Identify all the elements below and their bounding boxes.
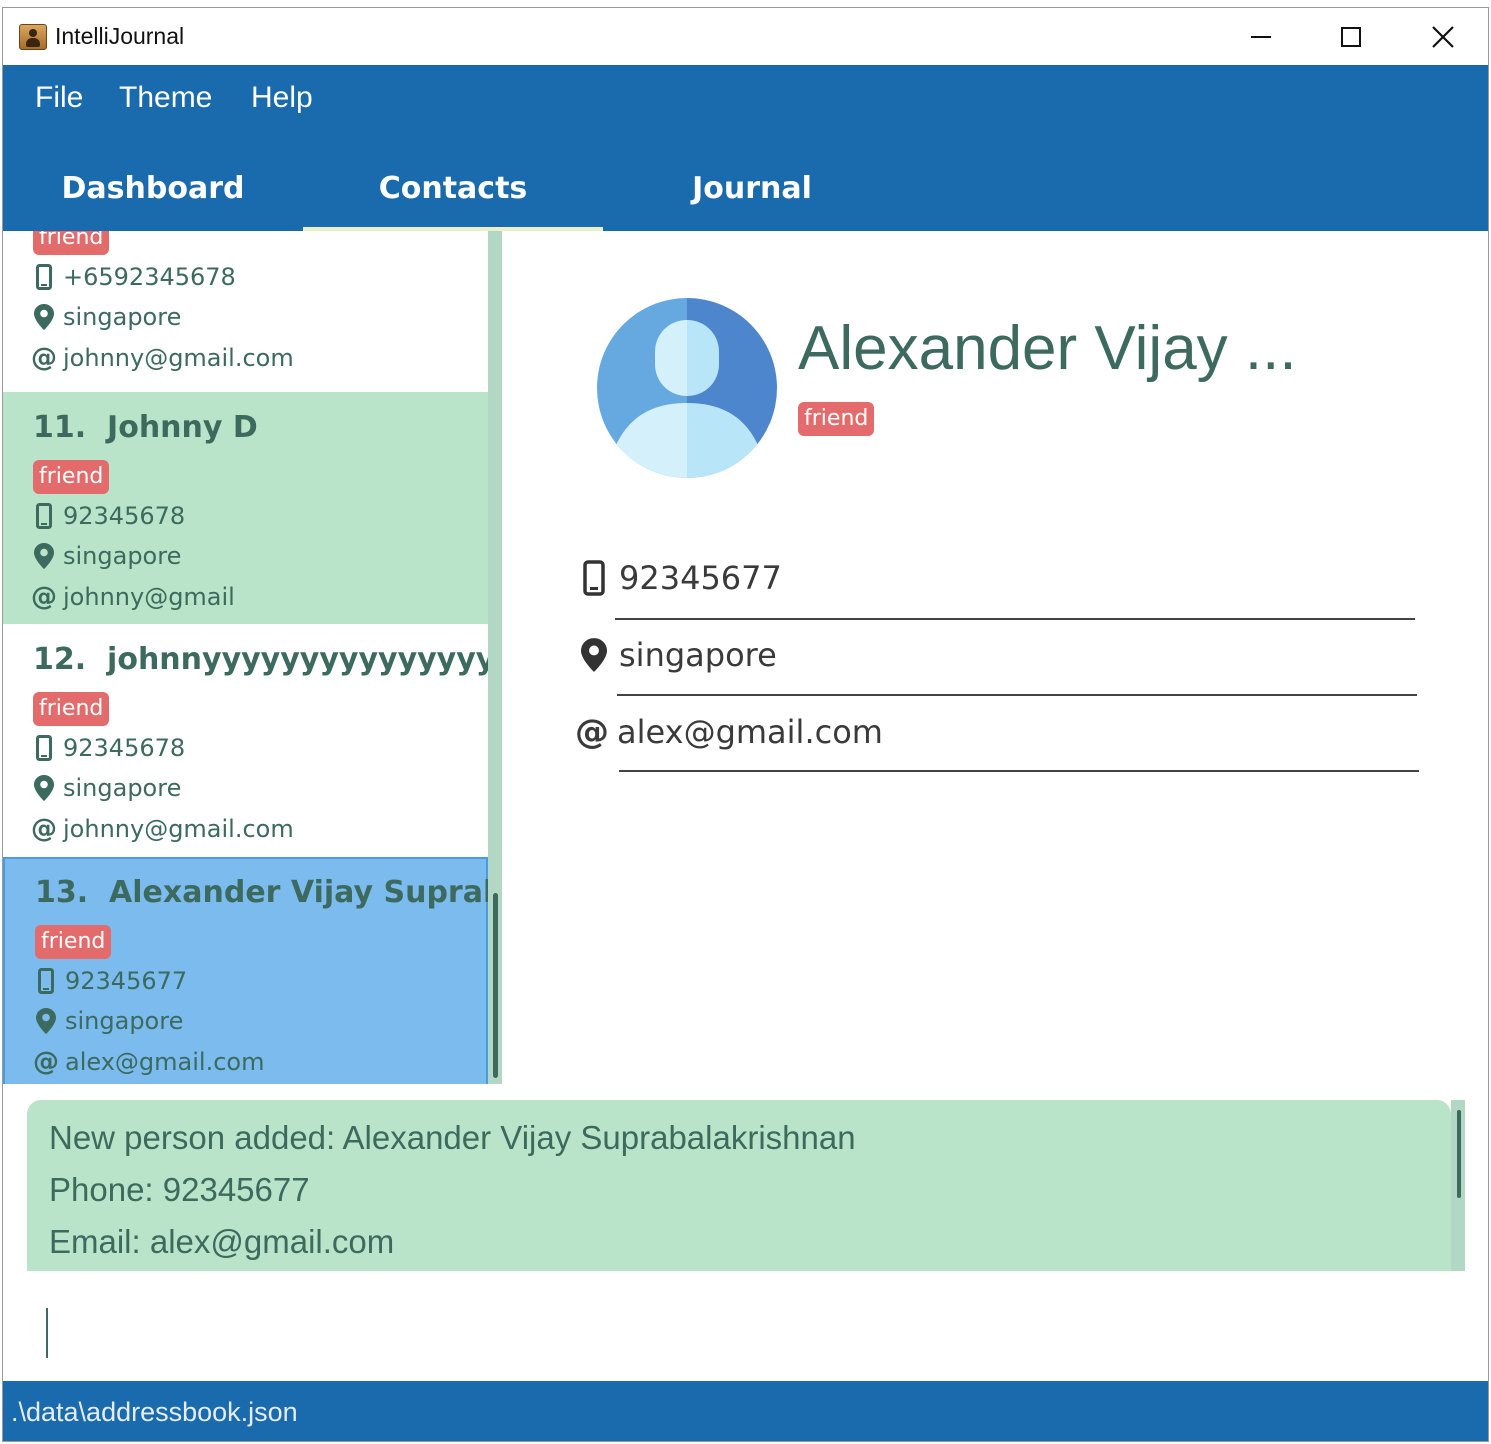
phone-icon: [33, 264, 55, 290]
contact-tag: friend: [33, 460, 110, 494]
menu-bar: File Theme Help Dashboard Contacts Journ…: [3, 65, 1488, 231]
contact-address: singapore: [33, 542, 181, 570]
contact-card-selected[interactable]: 13. Alexander Vijay Supraba... friend 92…: [3, 857, 488, 1084]
address-divider: [617, 694, 1417, 696]
contact-card[interactable]: 11. Johnny D friend 92345678 singapore @…: [3, 392, 488, 624]
location-pin-icon: [579, 638, 609, 672]
minimize-icon: [1251, 35, 1271, 38]
close-icon: [1432, 25, 1454, 48]
location-pin-icon: [33, 304, 55, 330]
contact-address: singapore: [35, 1007, 183, 1035]
contact-list[interactable]: friend +6592345678 singapore @ johnny@gm…: [3, 231, 488, 1084]
contact-card[interactable]: 12. johnnyyyyyyyyyyyyyyy... friend 92345…: [3, 624, 488, 857]
contact-name: 12. johnnyyyyyyyyyyyyyyy...: [33, 642, 488, 677]
contact-email: @ johnny@gmail: [31, 582, 235, 612]
avatar: [597, 298, 777, 478]
tab-dashboard[interactable]: Dashboard: [3, 161, 303, 231]
detail-phone: 92345677: [579, 559, 782, 597]
contact-email: @ johnny@gmail.com: [31, 814, 294, 844]
contact-name: 13. Alexander Vijay Supraba...: [35, 875, 488, 910]
phone-divider: [615, 618, 1415, 620]
status-bar: .\data\addressbook.json: [3, 1381, 1488, 1441]
phone-icon: [33, 735, 55, 761]
contacts-app-icon: [19, 24, 47, 50]
app-window: IntelliJournal File Theme Help Dashboard…: [2, 7, 1489, 1442]
command-input[interactable]: [27, 1288, 1467, 1378]
save-location: .\data\addressbook.json: [11, 1397, 298, 1427]
detail-tag: friend: [798, 402, 875, 436]
at-sign-icon: @: [33, 1047, 59, 1077]
detail-email: @ alex@gmail.com: [575, 712, 883, 752]
contact-phone: 92345678: [33, 502, 185, 530]
result-scroll-thumb[interactable]: [1457, 1110, 1461, 1198]
at-sign-icon: @: [31, 343, 57, 373]
maximize-button[interactable]: [1307, 8, 1395, 65]
contact-tag: friend: [33, 692, 110, 726]
phone-icon: [579, 560, 609, 596]
contact-phone: 92345677: [35, 967, 187, 995]
close-button[interactable]: [1399, 8, 1487, 65]
window-title: IntelliJournal: [55, 23, 185, 49]
tab-contacts[interactable]: Contacts: [303, 161, 603, 231]
location-pin-icon: [33, 775, 55, 801]
menu-theme[interactable]: Theme: [119, 81, 212, 115]
text-caret: [46, 1308, 48, 1358]
tab-journal[interactable]: Journal: [602, 161, 902, 231]
menu-file[interactable]: File: [35, 81, 83, 115]
menu-help[interactable]: Help: [251, 81, 313, 115]
title-bar: IntelliJournal: [3, 8, 1488, 65]
location-pin-icon: [35, 1008, 57, 1034]
contact-tag: friend: [33, 231, 110, 255]
phone-icon: [35, 968, 57, 994]
contact-name: 11. Johnny D: [33, 410, 258, 445]
contact-tag: friend: [35, 925, 112, 959]
result-display: New person added: Alexander Vijay Suprab…: [27, 1100, 1451, 1271]
result-line: Email: alex@gmail.com: [49, 1223, 395, 1260]
result-line: Phone: 92345677: [49, 1171, 310, 1208]
contact-address: singapore: [33, 303, 181, 331]
contact-phone: +6592345678: [33, 263, 236, 291]
phone-icon: [33, 503, 55, 529]
location-pin-icon: [33, 543, 55, 569]
maximize-icon: [1341, 26, 1361, 47]
result-line: New person added: Alexander Vijay Suprab…: [49, 1119, 856, 1156]
contact-email: @ johnny@gmail.com: [31, 343, 294, 373]
contact-address: singapore: [33, 774, 181, 802]
contact-list-scroll-thumb[interactable]: [493, 893, 498, 1078]
at-sign-icon: @: [31, 582, 57, 612]
email-divider: [619, 770, 1419, 772]
at-sign-icon: @: [31, 814, 57, 844]
contact-card[interactable]: friend +6592345678 singapore @ johnny@gm…: [3, 231, 488, 392]
at-sign-icon: @: [575, 712, 609, 752]
minimize-button[interactable]: [1217, 8, 1305, 65]
user-avatar-icon: [597, 298, 777, 478]
contact-email: @ alex@gmail.com: [33, 1047, 265, 1077]
detail-address: singapore: [579, 636, 777, 674]
contact-detail-pane: Alexander Vijay ... friend 92345677 sing…: [502, 231, 1488, 1084]
contact-phone: 92345678: [33, 734, 185, 762]
detail-name: Alexander Vijay ...: [798, 314, 1297, 383]
